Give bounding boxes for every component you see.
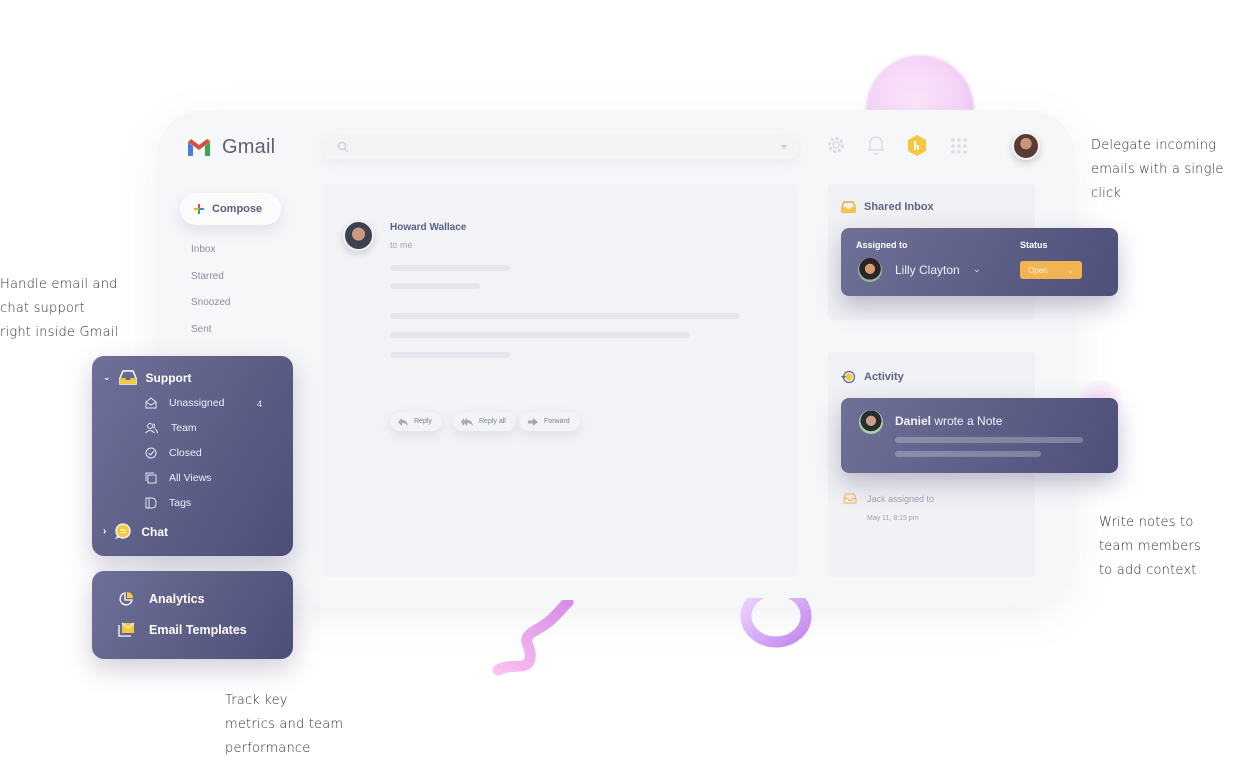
plus-icon	[194, 204, 204, 214]
search-icon	[337, 141, 349, 153]
support-group-toggle[interactable]: ⌄ Support	[103, 370, 192, 385]
chevron-down-icon: ⌄	[1067, 265, 1074, 275]
sender-name[interactable]: Howard Wallace	[390, 222, 466, 233]
note-placeholder-line	[895, 451, 1041, 457]
view-tags[interactable]: Tags	[145, 497, 191, 509]
app-title: Gmail	[222, 136, 276, 158]
pie-chart-icon	[119, 592, 133, 606]
forward-icon	[528, 417, 538, 426]
status-dropdown[interactable]: Open ⌄	[1020, 261, 1082, 279]
views-stack-icon	[145, 472, 157, 484]
nav-item-starred[interactable]: Starred	[191, 271, 230, 298]
reply-all-icon	[461, 417, 473, 426]
chevron-down-icon[interactable]: ⌄	[973, 264, 981, 275]
view-closed[interactable]: Closed	[145, 447, 202, 459]
team-users-icon	[145, 423, 158, 434]
activity-history-icon	[841, 370, 856, 384]
assignment-card: Assigned to Lilly Clayton ⌄ Status Open …	[841, 228, 1118, 296]
gmail-m-icon	[188, 138, 210, 156]
chat-group-toggle[interactable]: › Chat	[103, 523, 168, 540]
email-body-placeholder-line	[390, 332, 690, 338]
chat-bubble-icon	[115, 523, 131, 539]
envelope-open-icon	[145, 397, 157, 409]
view-all-views[interactable]: All Views	[145, 472, 211, 484]
caption-notes: Write notes to team members to add conte…	[1099, 515, 1201, 578]
assignment-activity-item: Jack assigned to	[843, 493, 934, 504]
analytics-item[interactable]: Analytics	[118, 591, 205, 607]
recipient-label: to me	[390, 240, 413, 250]
email-body-placeholder-line	[390, 265, 510, 271]
reply-all-button[interactable]: Reply all	[453, 412, 516, 431]
forward-button[interactable]: Forward	[520, 412, 580, 431]
activity-timestamp: May 11, 8:15 pm	[867, 515, 919, 522]
compose-label: Compose	[212, 203, 263, 215]
inbox-tray-icon	[843, 493, 857, 504]
view-unassigned[interactable]: Unassigned	[145, 397, 224, 409]
assignee-avatar	[858, 258, 882, 282]
sender-avatar	[343, 220, 374, 251]
search-options-caret-icon[interactable]	[780, 145, 788, 149]
assignee-dropdown[interactable]: Lilly Clayton	[895, 263, 960, 277]
nav-item-inbox[interactable]: Inbox	[191, 244, 230, 271]
email-body-placeholder-line	[390, 283, 480, 289]
email-templates-item[interactable]: Email Templates	[118, 622, 247, 637]
decorative-squiggle	[492, 600, 574, 676]
mail-nav: Inbox Starred Snoozed Sent	[191, 244, 230, 350]
gmail-logo[interactable]: Gmail	[186, 136, 275, 159]
shared-inbox-icon	[118, 370, 137, 385]
unassigned-count-badge: 4	[257, 399, 263, 409]
email-template-icon	[118, 622, 135, 637]
reply-icon	[398, 417, 408, 426]
hiver-logo-icon[interactable]	[906, 134, 928, 158]
tools-panel: Analytics Email Templates	[92, 571, 293, 659]
status-value: Open	[1028, 265, 1048, 275]
caption-analytics: Track key metrics and team performance	[225, 693, 344, 756]
gear-icon[interactable]	[826, 134, 846, 156]
status-label: Status	[1020, 240, 1048, 250]
check-circle-icon	[145, 447, 157, 459]
decorative-torus	[740, 598, 812, 648]
note-text: Daniel wrote a Note	[895, 414, 1003, 428]
support-panel: ⌄ Support Unassigned 4 Team Closed All V…	[92, 356, 293, 556]
tag-icon	[145, 497, 157, 509]
email-body-placeholder-line	[390, 352, 510, 358]
caption-email-chat-support: Handle email and chat support right insi…	[0, 277, 119, 340]
view-team[interactable]: Team	[145, 422, 197, 434]
apps-grid-icon[interactable]	[950, 134, 968, 158]
caption-delegate: Delegate incoming emails with a single c…	[1091, 138, 1224, 201]
inbox-tray-icon	[841, 201, 856, 213]
compose-button[interactable]: Compose	[180, 193, 281, 225]
search-input[interactable]	[323, 135, 798, 159]
nav-item-sent[interactable]: Sent	[191, 324, 230, 351]
bell-icon[interactable]	[866, 134, 886, 158]
note-author-avatar	[859, 410, 883, 434]
email-body-placeholder-line	[390, 313, 740, 319]
stage: Gmail Compose Inbox Starred Snoozed Sent…	[0, 0, 1260, 761]
reply-button[interactable]: Reply	[390, 412, 442, 431]
nav-item-snoozed[interactable]: Snoozed	[191, 297, 230, 324]
activity-heading: Activity	[841, 370, 904, 384]
note-activity-card[interactable]: Daniel wrote a Note	[841, 398, 1118, 473]
user-avatar[interactable]	[1012, 132, 1040, 160]
assigned-to-label: Assigned to	[856, 240, 908, 250]
note-placeholder-line	[895, 437, 1083, 443]
chevron-down-icon: ⌄	[103, 372, 111, 382]
chevron-right-icon: ›	[103, 526, 107, 537]
shared-inbox-heading: Shared Inbox	[841, 201, 934, 213]
